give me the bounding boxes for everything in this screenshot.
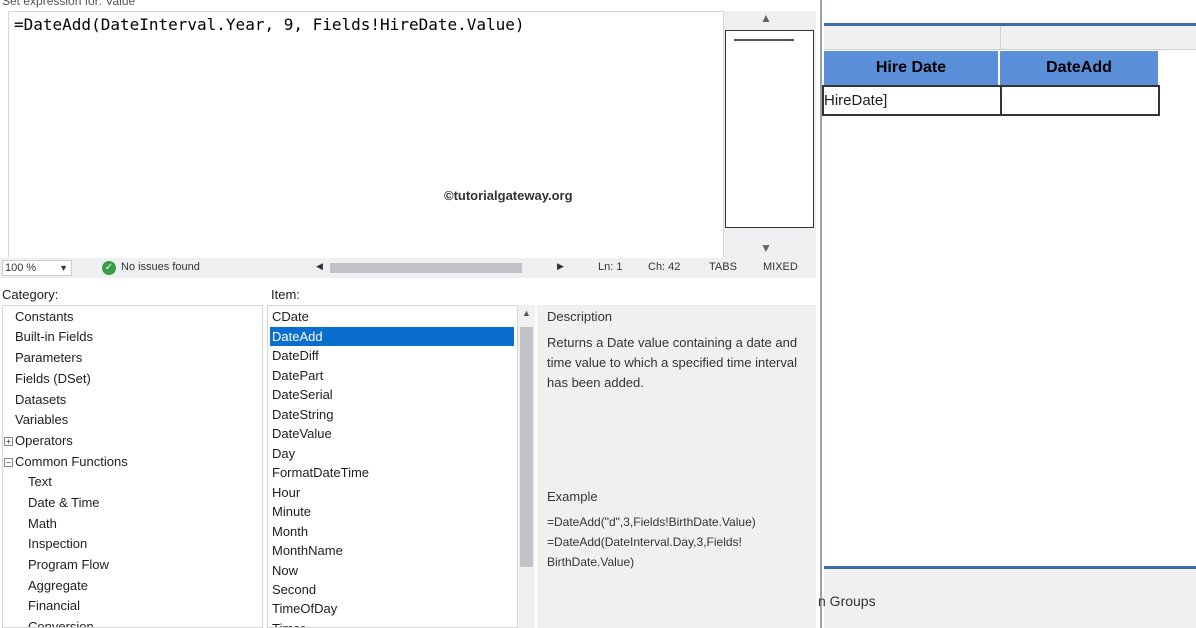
column-handle-row[interactable] <box>824 26 1196 50</box>
example-line: BirthDate.Value) <box>547 555 635 569</box>
expression-dialog: Set expression for: Value =DateAdd(DateI… <box>0 0 822 628</box>
example-line: =DateAdd(DateInterval.Day,3,Fields! <box>547 535 742 549</box>
category-item[interactable]: Variables <box>15 412 68 427</box>
category-item-label: Common Functions <box>15 454 128 469</box>
expression-editor[interactable]: =DateAdd(DateInterval.Year, 9, Fields!Hi… <box>8 11 724 257</box>
column-indicator: Ch: 42 <box>648 261 681 273</box>
category-tree[interactable]: Constants Built-in Fields Parameters Fie… <box>2 305 263 628</box>
category-sub-item[interactable]: Financial <box>28 598 80 613</box>
groups-label: n Groups <box>818 593 876 609</box>
item-list-scrollbar[interactable]: ▲ <box>518 305 535 628</box>
mode-indicator: MIXED <box>763 261 798 273</box>
triangle-up-icon[interactable]: ▲ <box>522 308 531 318</box>
item-label: Item: <box>271 287 300 302</box>
list-item[interactable]: DateValue <box>270 424 514 443</box>
category-item[interactable]: Datasets <box>15 392 66 407</box>
category-sub-item[interactable]: Conversion <box>28 619 94 627</box>
list-item[interactable]: DateString <box>270 405 514 424</box>
category-sub-item[interactable]: Text <box>28 474 52 489</box>
column-header-hire-date[interactable]: Hire Date <box>824 51 1000 85</box>
list-item[interactable]: Month <box>270 522 514 541</box>
category-sub-item[interactable]: Math <box>28 516 57 531</box>
description-heading: Description <box>547 309 613 324</box>
dialog-title: Set expression for: Value <box>2 0 136 8</box>
list-item[interactable]: FormatDateTime <box>270 463 514 482</box>
zoom-value: 100 % <box>5 262 37 274</box>
issues-status: No issues found <box>121 261 200 273</box>
expression-text[interactable]: =DateAdd(DateInterval.Year, 9, Fields!Hi… <box>14 15 525 34</box>
list-item[interactable]: Day <box>270 444 514 463</box>
category-item[interactable]: Constants <box>15 309 74 324</box>
list-item-selected[interactable]: DateAdd <box>270 327 514 346</box>
list-item[interactable]: TimeOfDay <box>270 599 514 618</box>
report-designer: Hire Date DateAdd HireDate] n Groups <box>818 0 1196 628</box>
list-item[interactable]: CDate <box>270 307 514 326</box>
list-item[interactable]: DatePart <box>270 366 514 385</box>
screen: Set expression for: Value =DateAdd(DateI… <box>0 0 1196 628</box>
list-item[interactable]: DateSerial <box>270 385 514 404</box>
collapse-icon[interactable]: − <box>4 458 13 467</box>
expand-icon[interactable]: + <box>4 437 13 446</box>
scroll-down-icon[interactable]: ▼ <box>760 241 772 255</box>
scroll-right-icon[interactable]: ▶ <box>557 261 564 272</box>
line-indicator: Ln: 1 <box>598 261 623 273</box>
column-header-dateadd[interactable]: DateAdd <box>1000 51 1160 85</box>
category-sub-item[interactable]: Program Flow <box>28 557 109 572</box>
category-item-operators[interactable]: + Operators <box>4 433 73 448</box>
category-sub-item[interactable]: Inspection <box>28 536 87 551</box>
example-line: =DateAdd("d",3,Fields!BirthDate.Value) <box>547 515 756 529</box>
watermark: ©tutorialgateway.org <box>444 188 573 203</box>
tabs-indicator: TABS <box>709 261 737 273</box>
scroll-up-icon[interactable]: ▲ <box>760 11 772 25</box>
category-item-label: Operators <box>15 433 73 448</box>
chevron-down-icon: ▼ <box>59 263 68 273</box>
category-sub-item[interactable]: Aggregate <box>28 578 88 593</box>
list-item[interactable]: Timer <box>270 619 514 627</box>
category-sub-item-selected[interactable]: Date & Time <box>28 495 100 510</box>
description-text: Returns a Date value containing a date a… <box>547 335 798 390</box>
horizontal-scrollbar-thumb[interactable] <box>330 263 522 273</box>
category-item-common-functions[interactable]: − Common Functions <box>4 454 128 469</box>
groups-pane: n Groups <box>818 569 1196 628</box>
check-circle-icon: ✓ <box>102 261 116 275</box>
example-text: =DateAdd("d",3,Fields!BirthDate.Value) =… <box>547 512 809 572</box>
editor-minimap[interactable] <box>725 30 814 228</box>
list-item[interactable]: DateDiff <box>270 346 514 365</box>
category-label: Category: <box>2 287 59 302</box>
cell-hire-date[interactable]: HireDate] <box>822 85 1000 116</box>
category-item[interactable]: Fields (DSet) <box>15 371 91 386</box>
category-item[interactable]: Parameters <box>15 350 82 365</box>
list-item[interactable]: Hour <box>270 483 514 502</box>
zoom-select[interactable]: 100 % ▼ <box>2 260 72 276</box>
example-heading: Example <box>547 489 598 504</box>
editor-statusbar: 100 % ▼ ✓ No issues found ◀ ▶ Ln: 1 Ch: … <box>0 258 816 278</box>
cell-dateadd[interactable] <box>1000 85 1160 116</box>
scrollbar-thumb[interactable] <box>520 327 533 567</box>
scroll-left-icon[interactable]: ◀ <box>316 261 323 272</box>
item-list[interactable]: CDate DateAdd DateDiff DatePart DateSeri… <box>267 305 518 628</box>
list-item[interactable]: Now <box>270 561 514 580</box>
category-item[interactable]: Built-in Fields <box>15 329 93 344</box>
list-item[interactable]: Minute <box>270 502 514 521</box>
description-panel: Description Returns a Date value contain… <box>537 305 816 628</box>
list-item[interactable]: Second <box>270 580 514 599</box>
list-item[interactable]: MonthName <box>270 541 514 560</box>
editor-scroll-area[interactable]: ▲ ▼ <box>724 11 816 259</box>
